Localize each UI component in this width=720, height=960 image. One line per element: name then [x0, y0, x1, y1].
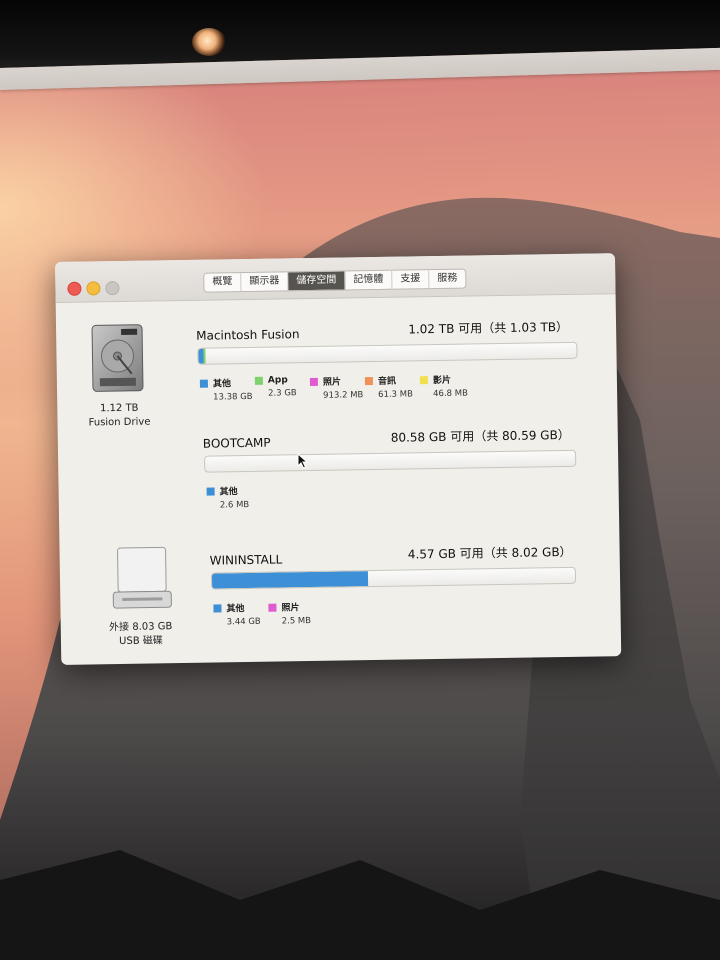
legend-label: 其他 — [212, 379, 232, 390]
legend-label: 音訊 — [377, 376, 397, 387]
volume-name-macintosh-fusion: Macintosh Fusion — [196, 327, 300, 343]
external-usb-drive-icon — [112, 546, 172, 609]
legend-size: 913.2 MB — [323, 390, 364, 401]
legend-swatch — [206, 487, 215, 496]
legend-swatch — [309, 377, 318, 386]
legend-label: 其他 — [219, 487, 238, 498]
legend-macintosh-fusion: 其他 13.38 GB App 2.3 GB 照片 913.2 MB 音訊 61.3 MB 影片… — [199, 372, 475, 403]
legend-label: 照片 — [281, 603, 300, 614]
legend-size: 46.8 MB — [433, 388, 468, 400]
zoom-button[interactable] — [105, 280, 120, 296]
legend-swatch — [419, 375, 428, 384]
legend-label: 其他 — [226, 604, 245, 615]
tab-support[interactable]: 支援 — [392, 270, 430, 289]
legend-swatch — [364, 376, 373, 385]
legend-item-photos: 照片 913.2 MB — [309, 374, 365, 401]
minimize-button[interactable] — [86, 281, 101, 296]
legend-size: 3.44 GB — [226, 616, 261, 628]
tab-memory[interactable]: 記憶體 — [345, 270, 393, 290]
legend-size: 2.5 MB — [281, 616, 312, 627]
window-titlebar: 概覽 顯示器 儲存空間 記憶體 支援 服務 — [55, 253, 616, 303]
volume-free-macintosh-fusion: 1.02 TB 可用（共 1.03 TB） — [408, 319, 569, 337]
legend-item-app: App 2.3 GB — [254, 375, 310, 402]
legend-item-other: 其他 2.6 MB — [206, 484, 262, 511]
legend-label: 照片 — [322, 377, 342, 388]
legend-item-other: 其他 3.44 GB — [213, 601, 268, 628]
volume-free-bootcamp: 80.58 GB 可用（共 80.59 GB） — [390, 427, 570, 445]
usage-segment-app — [203, 348, 206, 364]
legend-size: 61.3 MB — [378, 389, 413, 400]
legend-swatch — [213, 603, 222, 613]
tab-service[interactable]: 服務 — [429, 270, 465, 289]
legend-swatch — [199, 379, 208, 388]
usage-segment-other — [211, 571, 369, 589]
usb-drive-size: 外接 8.03 GB — [109, 621, 173, 634]
legend-label: App — [267, 375, 288, 386]
legend-bootcamp: 其他 2.6 MB — [206, 484, 262, 511]
legend-wininstall: 其他 3.44 GB 照片 2.5 MB — [213, 600, 323, 628]
legend-size: 2.3 GB — [268, 388, 297, 399]
legend-item-audio: 音訊 61.3 MB — [364, 373, 420, 400]
legend-label: 影片 — [432, 375, 452, 387]
hard-drive-icon — [91, 324, 144, 392]
legend-item-movies: 影片 46.8 MB — [419, 372, 475, 400]
fusion-drive-type: Fusion Drive — [88, 416, 151, 429]
volume-name-wininstall: WININSTALL — [209, 552, 283, 568]
about-this-mac-window: 概覽 顯示器 儲存空間 記憶體 支援 服務 1.12 TB Fusion Dri… — [55, 253, 622, 665]
volume-name-bootcamp: BOOTCAMP — [202, 435, 271, 451]
legend-swatch — [254, 376, 263, 385]
legend-size: 13.38 GB — [213, 391, 253, 403]
tab-storage[interactable]: 儲存空間 — [288, 271, 346, 291]
usage-bar-macintosh-fusion — [197, 341, 578, 365]
tab-overview[interactable]: 概覽 — [204, 273, 242, 292]
tab-bar: 概覽 顯示器 儲存空間 記憶體 支援 服務 — [203, 268, 467, 293]
usage-bar-wininstall — [210, 566, 577, 590]
close-button[interactable] — [67, 281, 82, 296]
mouse-pointer-icon — [297, 453, 309, 469]
volume-free-wininstall: 4.57 GB 可用（共 8.02 GB） — [407, 544, 572, 562]
legend-item-other: 其他 13.38 GB — [199, 376, 255, 403]
fusion-drive-size: 1.12 TB — [100, 402, 139, 415]
usage-bar-bootcamp — [204, 449, 577, 473]
tab-displays[interactable]: 顯示器 — [241, 272, 289, 292]
legend-size: 2.6 MB — [219, 499, 250, 511]
legend-item-photos: 照片 2.5 MB — [268, 600, 323, 627]
legend-swatch — [268, 603, 277, 612]
usb-drive-type: USB 磁碟 — [119, 635, 163, 648]
